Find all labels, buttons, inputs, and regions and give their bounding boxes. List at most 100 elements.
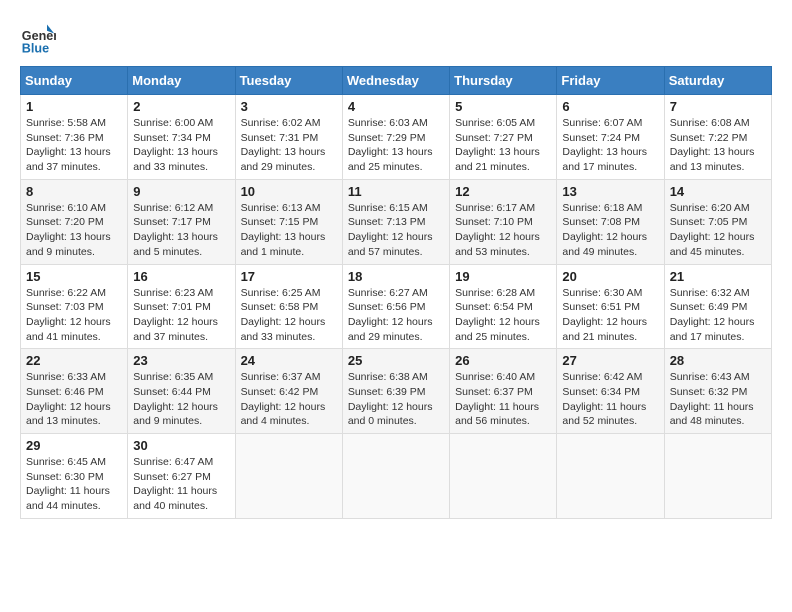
calendar-cell: 26 Sunrise: 6:40 AMSunset: 6:37 PMDayligh… xyxy=(450,349,557,434)
day-info: Sunrise: 6:12 AMSunset: 7:17 PMDaylight:… xyxy=(133,201,229,260)
day-number: 20 xyxy=(562,269,658,284)
day-info: Sunrise: 6:22 AMSunset: 7:03 PMDaylight:… xyxy=(26,286,122,345)
calendar-cell: 15 Sunrise: 6:22 AMSunset: 7:03 PMDayligh… xyxy=(21,264,128,349)
column-header-monday: Monday xyxy=(128,67,235,95)
day-number: 24 xyxy=(241,353,337,368)
day-info: Sunrise: 6:43 AMSunset: 6:32 PMDaylight:… xyxy=(670,370,766,429)
calendar-week-row: 22 Sunrise: 6:33 AMSunset: 6:46 PMDayligh… xyxy=(21,349,772,434)
day-number: 12 xyxy=(455,184,551,199)
day-number: 6 xyxy=(562,99,658,114)
day-number: 4 xyxy=(348,99,444,114)
day-number: 16 xyxy=(133,269,229,284)
day-number: 21 xyxy=(670,269,766,284)
day-number: 5 xyxy=(455,99,551,114)
day-number: 1 xyxy=(26,99,122,114)
calendar-cell: 30Sunrise: 6:47 AMSunset: 6:27 PMDayligh… xyxy=(128,434,235,519)
day-info: Sunrise: 6:13 AMSunset: 7:15 PMDaylight:… xyxy=(241,201,337,260)
day-info: Sunrise: 6:18 AMSunset: 7:08 PMDaylight:… xyxy=(562,201,658,260)
day-number: 26 xyxy=(455,353,551,368)
calendar-cell: 18Sunrise: 6:27 AMSunset: 6:56 PMDayligh… xyxy=(342,264,449,349)
day-number: 23 xyxy=(133,353,229,368)
calendar-cell: 13 Sunrise: 6:18 AMSunset: 7:08 PMDayligh… xyxy=(557,179,664,264)
calendar-cell: 28 Sunrise: 6:43 AMSunset: 6:32 PMDayligh… xyxy=(664,349,771,434)
calendar-cell: 21 Sunrise: 6:32 AMSunset: 6:49 PMDayligh… xyxy=(664,264,771,349)
day-info: Sunrise: 6:10 AMSunset: 7:20 PMDaylight:… xyxy=(26,201,122,260)
calendar-cell: 5 Sunrise: 6:05 AMSunset: 7:27 PMDaylight… xyxy=(450,95,557,180)
calendar-cell: 14Sunrise: 6:20 AMSunset: 7:05 PMDayligh… xyxy=(664,179,771,264)
svg-text:Blue: Blue xyxy=(22,41,49,55)
day-info: Sunrise: 6:05 AMSunset: 7:27 PMDaylight:… xyxy=(455,116,551,175)
day-info: Sunrise: 6:42 AMSunset: 6:34 PMDaylight:… xyxy=(562,370,658,429)
day-info: Sunrise: 6:45 AMSunset: 6:30 PMDaylight:… xyxy=(26,455,122,514)
day-number: 27 xyxy=(562,353,658,368)
column-header-thursday: Thursday xyxy=(450,67,557,95)
calendar-cell xyxy=(450,434,557,519)
day-info: Sunrise: 6:33 AMSunset: 6:46 PMDaylight:… xyxy=(26,370,122,429)
calendar-cell xyxy=(342,434,449,519)
column-header-saturday: Saturday xyxy=(664,67,771,95)
calendar-cell: 20 Sunrise: 6:30 AMSunset: 6:51 PMDayligh… xyxy=(557,264,664,349)
day-info: Sunrise: 6:08 AMSunset: 7:22 PMDaylight:… xyxy=(670,116,766,175)
day-info: Sunrise: 6:00 AMSunset: 7:34 PMDaylight:… xyxy=(133,116,229,175)
day-info: Sunrise: 6:07 AMSunset: 7:24 PMDaylight:… xyxy=(562,116,658,175)
calendar-header-row: SundayMondayTuesdayWednesdayThursdayFrid… xyxy=(21,67,772,95)
logo: General Blue xyxy=(20,20,56,56)
calendar-cell: 1 Sunrise: 5:58 AMSunset: 7:36 PMDaylight… xyxy=(21,95,128,180)
day-info: Sunrise: 5:58 AMSunset: 7:36 PMDaylight:… xyxy=(26,116,122,175)
calendar-cell xyxy=(664,434,771,519)
calendar-cell: 17 Sunrise: 6:25 AMSunset: 6:58 PMDayligh… xyxy=(235,264,342,349)
day-number: 15 xyxy=(26,269,122,284)
day-info: Sunrise: 6:27 AMSunset: 6:56 PMDaylight:… xyxy=(348,286,444,345)
day-number: 19 xyxy=(455,269,551,284)
calendar-cell: 2 Sunrise: 6:00 AMSunset: 7:34 PMDaylight… xyxy=(128,95,235,180)
calendar-cell xyxy=(235,434,342,519)
logo-icon: General Blue xyxy=(20,20,56,56)
page-header: General Blue xyxy=(20,20,772,56)
day-info: Sunrise: 6:47 AMSunset: 6:27 PMDaylight:… xyxy=(133,455,229,514)
calendar-table: SundayMondayTuesdayWednesdayThursdayFrid… xyxy=(20,66,772,519)
day-info: Sunrise: 6:25 AMSunset: 6:58 PMDaylight:… xyxy=(241,286,337,345)
calendar-cell: 19Sunrise: 6:28 AMSunset: 6:54 PMDayligh… xyxy=(450,264,557,349)
day-info: Sunrise: 6:40 AMSunset: 6:37 PMDaylight:… xyxy=(455,370,551,429)
calendar-week-row: 29 Sunrise: 6:45 AMSunset: 6:30 PMDayligh… xyxy=(21,434,772,519)
calendar-week-row: 15 Sunrise: 6:22 AMSunset: 7:03 PMDayligh… xyxy=(21,264,772,349)
day-number: 14 xyxy=(670,184,766,199)
day-number: 11 xyxy=(348,184,444,199)
calendar-cell: 22 Sunrise: 6:33 AMSunset: 6:46 PMDayligh… xyxy=(21,349,128,434)
calendar-week-row: 1 Sunrise: 5:58 AMSunset: 7:36 PMDaylight… xyxy=(21,95,772,180)
day-info: Sunrise: 6:23 AMSunset: 7:01 PMDaylight:… xyxy=(133,286,229,345)
day-number: 29 xyxy=(26,438,122,453)
day-number: 2 xyxy=(133,99,229,114)
calendar-cell: 7 Sunrise: 6:08 AMSunset: 7:22 PMDaylight… xyxy=(664,95,771,180)
day-info: Sunrise: 6:02 AMSunset: 7:31 PMDaylight:… xyxy=(241,116,337,175)
day-info: Sunrise: 6:15 AMSunset: 7:13 PMDaylight:… xyxy=(348,201,444,260)
day-number: 3 xyxy=(241,99,337,114)
calendar-cell: 24Sunrise: 6:37 AMSunset: 6:42 PMDayligh… xyxy=(235,349,342,434)
calendar-cell: 8Sunrise: 6:10 AMSunset: 7:20 PMDaylight… xyxy=(21,179,128,264)
column-header-sunday: Sunday xyxy=(21,67,128,95)
calendar-cell: 6 Sunrise: 6:07 AMSunset: 7:24 PMDaylight… xyxy=(557,95,664,180)
day-number: 13 xyxy=(562,184,658,199)
calendar-cell: 4 Sunrise: 6:03 AMSunset: 7:29 PMDaylight… xyxy=(342,95,449,180)
calendar-cell: 16 Sunrise: 6:23 AMSunset: 7:01 PMDayligh… xyxy=(128,264,235,349)
day-info: Sunrise: 6:32 AMSunset: 6:49 PMDaylight:… xyxy=(670,286,766,345)
calendar-cell: 9 Sunrise: 6:12 AMSunset: 7:17 PMDaylight… xyxy=(128,179,235,264)
calendar-cell: 25Sunrise: 6:38 AMSunset: 6:39 PMDayligh… xyxy=(342,349,449,434)
calendar-week-row: 8Sunrise: 6:10 AMSunset: 7:20 PMDaylight… xyxy=(21,179,772,264)
calendar-cell: 29 Sunrise: 6:45 AMSunset: 6:30 PMDayligh… xyxy=(21,434,128,519)
day-info: Sunrise: 6:30 AMSunset: 6:51 PMDaylight:… xyxy=(562,286,658,345)
calendar-cell: 10Sunrise: 6:13 AMSunset: 7:15 PMDayligh… xyxy=(235,179,342,264)
day-info: Sunrise: 6:35 AMSunset: 6:44 PMDaylight:… xyxy=(133,370,229,429)
day-info: Sunrise: 6:38 AMSunset: 6:39 PMDaylight:… xyxy=(348,370,444,429)
day-number: 9 xyxy=(133,184,229,199)
day-number: 28 xyxy=(670,353,766,368)
calendar-cell: 27 Sunrise: 6:42 AMSunset: 6:34 PMDayligh… xyxy=(557,349,664,434)
calendar-cell: 23 Sunrise: 6:35 AMSunset: 6:44 PMDayligh… xyxy=(128,349,235,434)
calendar-cell: 11 Sunrise: 6:15 AMSunset: 7:13 PMDayligh… xyxy=(342,179,449,264)
calendar-cell xyxy=(557,434,664,519)
day-info: Sunrise: 6:03 AMSunset: 7:29 PMDaylight:… xyxy=(348,116,444,175)
day-number: 7 xyxy=(670,99,766,114)
day-number: 17 xyxy=(241,269,337,284)
column-header-tuesday: Tuesday xyxy=(235,67,342,95)
day-number: 22 xyxy=(26,353,122,368)
